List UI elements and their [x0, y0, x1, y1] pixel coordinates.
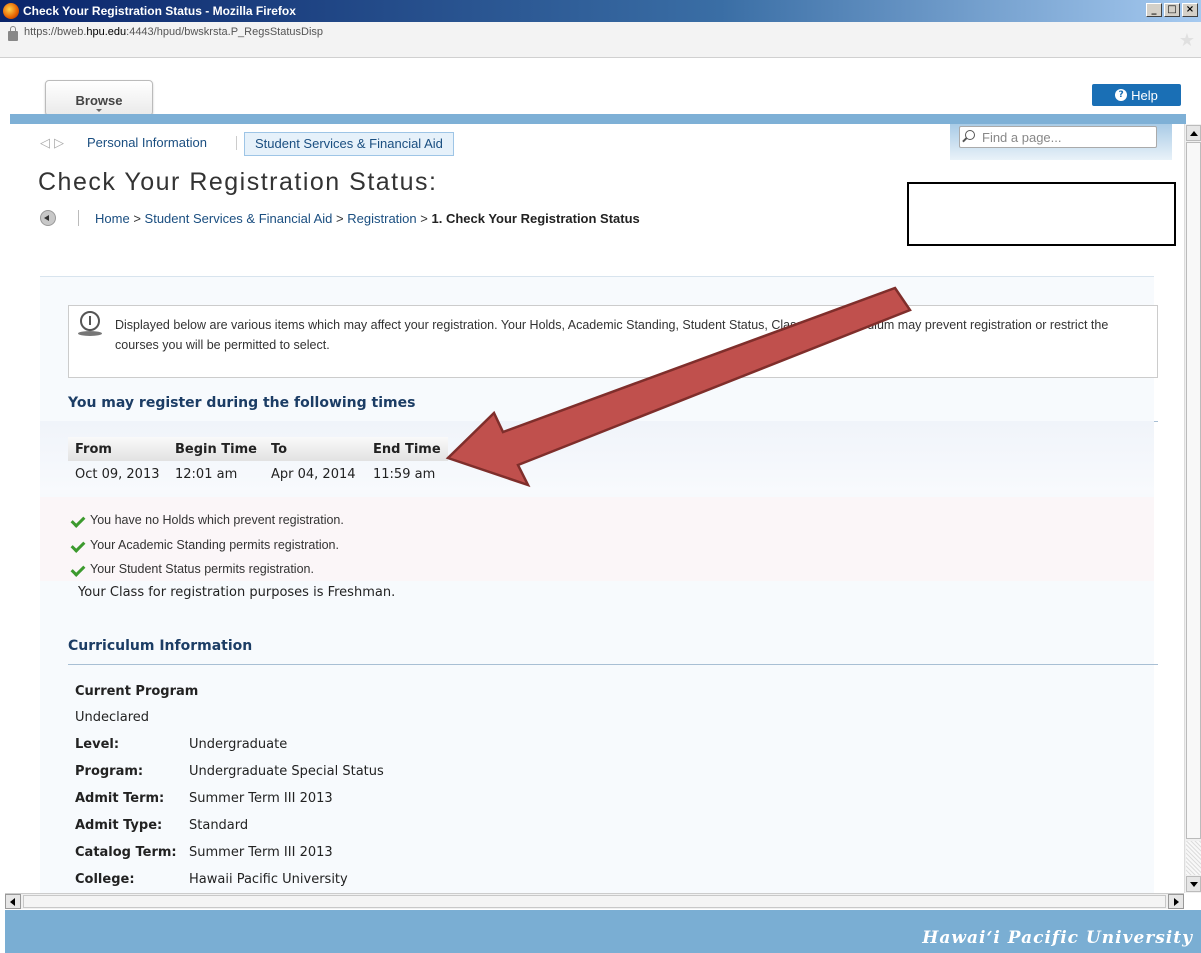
scroll-left-button[interactable]: [5, 894, 21, 909]
holds-status: You have no Holds which prevent registra…: [72, 511, 344, 529]
breadcrumb-services[interactable]: Student Services & Financial Aid: [145, 211, 333, 226]
curriculum-row: Admit Type: Standard: [75, 818, 249, 833]
breadcrumb-home[interactable]: Home: [95, 211, 130, 226]
curriculum-row: Catalog Term: Summer Term III 2013: [75, 845, 333, 860]
url-text[interactable]: https://bweb.hpu.edu:4443/hpud/bwskrsta.…: [24, 26, 323, 38]
section-rule: [68, 664, 1158, 665]
column-header: To: [264, 437, 366, 461]
check-icon: [72, 513, 86, 527]
scroll-down-button[interactable]: [1186, 876, 1201, 892]
check-icon: [72, 538, 86, 552]
minimize-button[interactable]: _: [1146, 3, 1162, 17]
browse-button[interactable]: Browse: [45, 80, 153, 116]
nav-scroll-arrows[interactable]: ◁▷: [40, 136, 68, 151]
class-status: Your Class for registration purposes is …: [78, 585, 396, 600]
bookmark-star-icon[interactable]: ★: [1179, 30, 1195, 51]
close-button[interactable]: ×: [1182, 3, 1198, 17]
help-icon: ?: [1115, 89, 1128, 101]
curriculum-heading: Curriculum Information: [68, 638, 253, 654]
firefox-icon: [3, 3, 19, 19]
curriculum-row: Admit Term: Summer Term III 2013: [75, 791, 333, 806]
help-button[interactable]: ? Help: [1092, 84, 1181, 106]
curriculum-row: Level: Undergraduate: [75, 737, 288, 752]
search-icon: [965, 130, 975, 140]
find-page-input[interactable]: Find a page...: [959, 126, 1157, 148]
maximize-button[interactable]: □: [1164, 3, 1180, 17]
horizontal-scrollbar[interactable]: [5, 893, 1184, 909]
table-cell: Oct 09, 2013: [75, 466, 160, 482]
header-rule: [10, 114, 1186, 124]
info-icon-base: [78, 331, 102, 336]
table-header-row: From Begin Time To End Time: [68, 437, 448, 461]
table-cell: 12:01 am: [175, 466, 238, 482]
chevron-down-icon: [96, 109, 102, 112]
page-title: Check Your Registration Status:: [38, 168, 438, 196]
scroll-thumb[interactable]: [23, 895, 1166, 908]
scroll-up-button[interactable]: [1186, 125, 1201, 141]
student-status: Your Student Status permits registration…: [72, 560, 314, 578]
scroll-track[interactable]: [1186, 841, 1201, 875]
university-brand: Hawai‘i Pacific University: [922, 928, 1193, 948]
back-arrow-icon[interactable]: [40, 210, 56, 226]
annotation-arrow: [445, 286, 912, 488]
window-title: Check Your Registration Status - Mozilla…: [23, 4, 296, 18]
table-row: Oct 09, 2013 12:01 am Apr 04, 2014 11:59…: [68, 461, 448, 487]
table-cell: 11:59 am: [373, 466, 436, 482]
scroll-right-button[interactable]: [1168, 894, 1184, 909]
tab-divider: [236, 136, 237, 150]
info-icon: [80, 311, 100, 331]
breadcrumb-current: 1. Check Your Registration Status: [431, 211, 640, 226]
address-bar[interactable]: https://bweb.hpu.edu:4443/hpud/bwskrsta.…: [0, 22, 1201, 58]
footer-bar: Hawai‘i Pacific University: [5, 910, 1201, 953]
curriculum-row: College: Hawaii Pacific University: [75, 872, 348, 887]
breadcrumb: Home > Student Services & Financial Aid …: [95, 211, 640, 226]
window-controls: _ □ ×: [1146, 3, 1198, 17]
registration-times-heading: You may register during the following ti…: [68, 395, 416, 411]
column-header: Begin Time: [168, 437, 264, 461]
academic-status: Your Academic Standing permits registrat…: [72, 536, 339, 554]
current-program-value: Undeclared: [75, 710, 150, 725]
help-button-label: Help: [1131, 87, 1158, 103]
vertical-scrollbar[interactable]: [1184, 124, 1201, 893]
lock-icon: [8, 26, 18, 41]
table-cell: Apr 04, 2014: [271, 466, 356, 482]
column-header: From: [68, 437, 168, 461]
current-program-label: Current Program: [75, 684, 199, 699]
redacted-box: [907, 182, 1176, 246]
tab-personal-information[interactable]: Personal Information: [87, 135, 207, 150]
curriculum-row: Program: Undergraduate Special Status: [75, 764, 384, 779]
breadcrumb-registration[interactable]: Registration: [347, 211, 416, 226]
browse-button-label: Browse: [75, 93, 123, 108]
breadcrumb-divider: [78, 210, 79, 226]
tab-student-services[interactable]: Student Services & Financial Aid: [244, 132, 454, 156]
registration-times-table: From Begin Time To End Time Oct 09, 2013…: [68, 437, 448, 487]
column-header: End Time: [366, 437, 448, 461]
check-icon: [72, 562, 86, 576]
scroll-thumb[interactable]: [1186, 142, 1201, 839]
window-titlebar: Check Your Registration Status - Mozilla…: [0, 0, 1201, 22]
